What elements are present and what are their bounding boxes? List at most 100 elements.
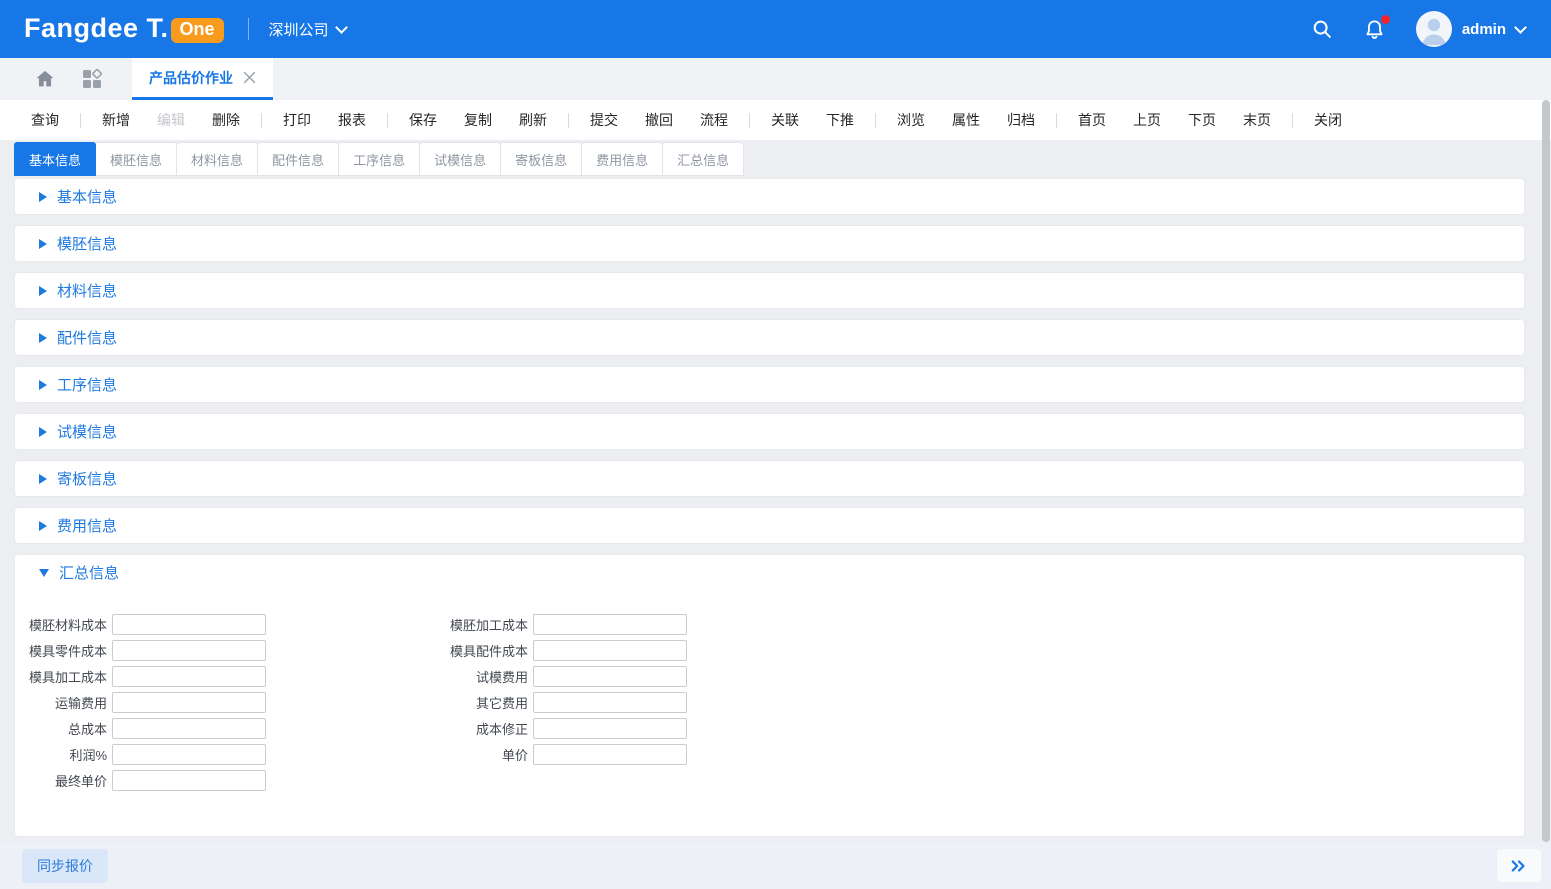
- field-label: 模具配件成本: [432, 641, 528, 660]
- page-tab-bar: 产品估价作业: [0, 58, 1551, 100]
- toolbar-button[interactable]: 关闭: [1307, 110, 1349, 130]
- collapse-arrow-icon: [39, 286, 47, 296]
- sync-quote-button[interactable]: 同步报价: [22, 849, 108, 883]
- user-menu[interactable]: admin: [1416, 11, 1525, 47]
- form-row: 运输费用: [23, 692, 266, 713]
- toolbar-button[interactable]: 刷新: [512, 110, 554, 130]
- toolbar-button[interactable]: 查询: [24, 110, 66, 130]
- toolbar-button[interactable]: 保存: [402, 110, 444, 130]
- collapse-arrow-icon: [39, 427, 47, 437]
- field-label: 模具加工成本: [23, 667, 107, 686]
- header-divider: [248, 18, 249, 40]
- section-panel-header[interactable]: 材料信息: [15, 273, 1524, 308]
- field-label: 运输费用: [23, 693, 107, 712]
- form-input[interactable]: [533, 718, 687, 739]
- toolbar-button[interactable]: 归档: [1000, 110, 1042, 130]
- form-input[interactable]: [112, 718, 266, 739]
- toolbar-button[interactable]: 删除: [205, 110, 247, 130]
- form-input[interactable]: [112, 744, 266, 765]
- toolbar-button[interactable]: 编辑: [150, 110, 192, 130]
- page-tab-product-estimation[interactable]: 产品估价作业: [132, 58, 273, 100]
- toolbar-divider: [568, 113, 569, 128]
- notification-bell-icon[interactable]: [1363, 18, 1386, 41]
- toolbar-button[interactable]: 新增: [95, 110, 137, 130]
- app-window: Fangdee T. One 深圳公司: [0, 0, 1551, 889]
- section-panel-header[interactable]: 配件信息: [15, 320, 1524, 355]
- section-title: 配件信息: [57, 327, 117, 348]
- form-input[interactable]: [112, 770, 266, 791]
- logo-text: Fangdee T.: [24, 13, 169, 44]
- form-input[interactable]: [112, 640, 266, 661]
- section-title: 费用信息: [57, 515, 117, 536]
- toolbar-button[interactable]: 末页: [1236, 110, 1278, 130]
- home-icon[interactable]: [22, 58, 68, 100]
- toolbar-divider: [261, 113, 262, 128]
- detail-tab[interactable]: 费用信息: [581, 142, 663, 176]
- toolbar-divider: [749, 113, 750, 128]
- section-title: 基本信息: [57, 186, 117, 207]
- section-panel-header[interactable]: 工序信息: [15, 367, 1524, 402]
- toolbar-button[interactable]: 撤回: [638, 110, 680, 130]
- header-right: admin: [1311, 11, 1525, 47]
- section-panel-header[interactable]: 基本信息: [15, 179, 1524, 214]
- form-row: 其它费用: [432, 692, 687, 713]
- section-panel-header[interactable]: 费用信息: [15, 508, 1524, 543]
- field-label: 模胚加工成本: [432, 615, 528, 634]
- detail-tab[interactable]: 材料信息: [176, 142, 258, 176]
- field-label: 成本修正: [432, 719, 528, 738]
- username: admin: [1462, 21, 1506, 38]
- toolbar-button[interactable]: 浏览: [890, 110, 932, 130]
- field-label: 试模费用: [432, 667, 528, 686]
- expand-arrow-icon: [39, 569, 49, 577]
- company-selector[interactable]: 深圳公司: [269, 19, 346, 40]
- close-icon[interactable]: [243, 71, 256, 84]
- app-header: Fangdee T. One 深圳公司: [0, 0, 1551, 58]
- form-input[interactable]: [533, 614, 687, 635]
- form-input[interactable]: [533, 692, 687, 713]
- detail-tab[interactable]: 试模信息: [419, 142, 501, 176]
- toolbar-button[interactable]: 上页: [1126, 110, 1168, 130]
- form-input[interactable]: [533, 640, 687, 661]
- app-logo[interactable]: Fangdee T. One: [24, 13, 224, 45]
- toolbar-button[interactable]: 提交: [583, 110, 625, 130]
- vertical-scrollbar[interactable]: [1542, 100, 1550, 842]
- form-input[interactable]: [533, 666, 687, 687]
- toolbar-button[interactable]: 关联: [764, 110, 806, 130]
- section-panel-header[interactable]: 模胚信息: [15, 226, 1524, 261]
- main-content: 基本信息 模胚信息 材料信息 配件信息 工序信息 试模信息 寄板信息 费用信息 …: [0, 140, 1551, 842]
- detail-tab[interactable]: 模胚信息: [95, 142, 177, 176]
- collapse-arrow-icon: [39, 239, 47, 249]
- form-row: 总成本: [23, 718, 266, 739]
- detail-tab[interactable]: 工序信息: [338, 142, 420, 176]
- expand-panel-button[interactable]: [1497, 849, 1541, 882]
- section-title: 工序信息: [57, 374, 117, 395]
- section-title: 模胚信息: [57, 233, 117, 254]
- field-label: 利润%: [23, 745, 107, 764]
- toolbar-button[interactable]: 下推: [819, 110, 861, 130]
- toolbar-button[interactable]: 首页: [1071, 110, 1113, 130]
- detail-tab[interactable]: 基本信息: [14, 142, 96, 176]
- form-input[interactable]: [112, 692, 266, 713]
- section-title: 寄板信息: [57, 468, 117, 489]
- toolbar-button[interactable]: 下页: [1181, 110, 1223, 130]
- toolbar-button[interactable]: 报表: [331, 110, 373, 130]
- section-panel-header[interactable]: 试模信息: [15, 414, 1524, 449]
- toolbar-divider: [387, 113, 388, 128]
- form-input[interactable]: [112, 666, 266, 687]
- section-panel-header[interactable]: 汇总信息: [15, 555, 1524, 590]
- form-row: 模具零件成本: [23, 640, 266, 661]
- toolbar-button[interactable]: 属性: [945, 110, 987, 130]
- form-input[interactable]: [533, 744, 687, 765]
- apps-grid-icon[interactable]: [68, 58, 116, 100]
- detail-tab[interactable]: 配件信息: [257, 142, 339, 176]
- detail-tab[interactable]: 汇总信息: [662, 142, 744, 176]
- collapse-arrow-icon: [39, 380, 47, 390]
- toolbar-button[interactable]: 复制: [457, 110, 499, 130]
- detail-tab[interactable]: 寄板信息: [500, 142, 582, 176]
- form-input[interactable]: [112, 614, 266, 635]
- toolbar-button[interactable]: 流程: [693, 110, 735, 130]
- toolbar-button[interactable]: 打印: [276, 110, 318, 130]
- search-icon[interactable]: [1311, 18, 1333, 40]
- form-row: 模具配件成本: [432, 640, 687, 661]
- section-panel-header[interactable]: 寄板信息: [15, 461, 1524, 496]
